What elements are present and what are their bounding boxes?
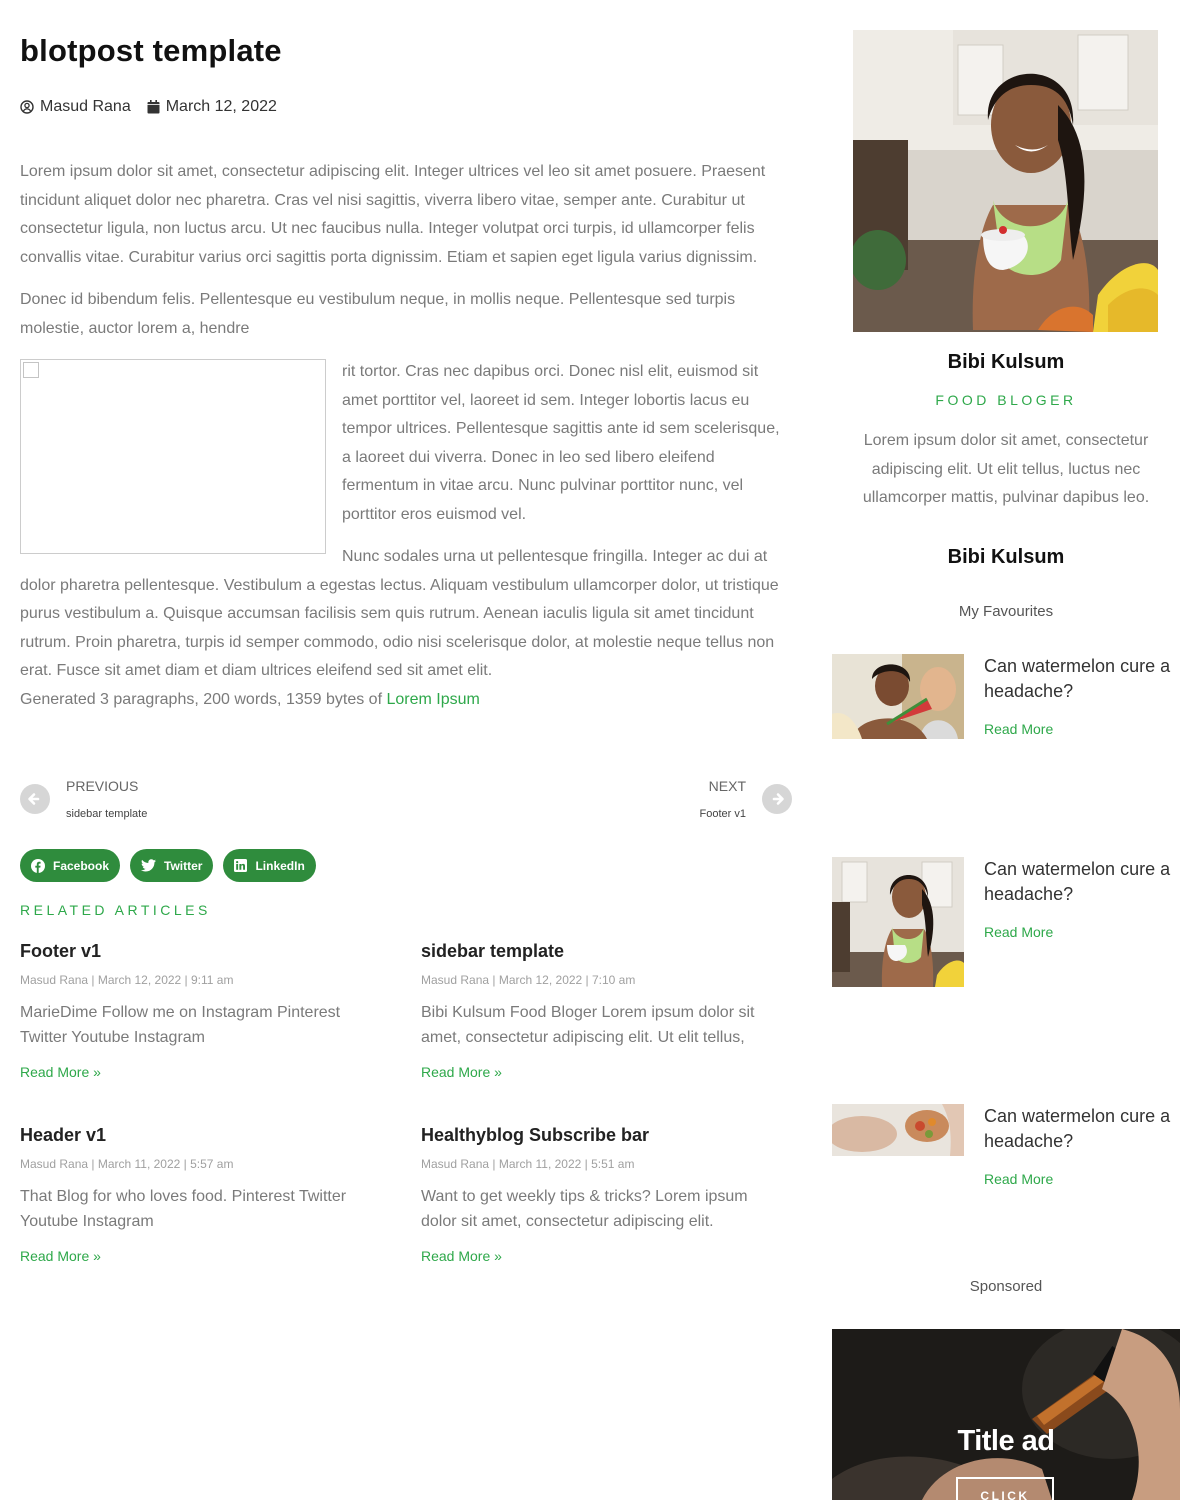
related-article-excerpt: Bibi Kulsum Food Bloger Lorem ipsum dolo…: [421, 1004, 755, 1046]
share-facebook-button[interactable]: Facebook: [20, 849, 121, 882]
favourite-read-more[interactable]: Read More: [984, 924, 1053, 940]
related-article-title[interactable]: sidebar template: [421, 941, 781, 962]
related-article-card: Healthyblog Subscribe bar Masud Rana | M…: [421, 1125, 781, 1264]
related-article-meta: Masud Rana | March 12, 2022 | 7:10 am: [421, 973, 636, 987]
arrow-left-icon[interactable]: [20, 784, 50, 814]
favourites-heading: My Favourites: [958, 603, 1054, 620]
related-article-meta: Masud Rana | March 11, 2022 | 5:51 am: [421, 1157, 635, 1171]
favourite-item: Can watermelon cure a headache? Read Mor…: [832, 857, 1180, 987]
author-name-secondary: Bibi Kulsum: [947, 546, 1065, 568]
ad-click-button[interactable]: CLICK: [956, 1477, 1054, 1500]
author-name: Bibi Kulsum: [947, 351, 1065, 373]
read-more-link[interactable]: Read More »: [20, 1064, 380, 1080]
read-more-link[interactable]: Read More »: [421, 1064, 781, 1080]
post-date[interactable]: March 12, 2022: [147, 98, 277, 116]
facebook-icon: [31, 858, 45, 873]
related-article-title[interactable]: Header v1: [20, 1125, 380, 1146]
twitter-icon: [141, 859, 157, 872]
related-article-excerpt: That Blog for who loves food. Pinterest …: [20, 1188, 347, 1230]
post-paragraph: Lorem ipsum dolor sit amet, consectetur …: [20, 163, 766, 266]
user-circle-icon: [20, 100, 34, 114]
author-role: FOOD BLOGER: [935, 392, 1077, 408]
post-author[interactable]: Masud Rana: [20, 98, 131, 116]
read-more-link[interactable]: Read More »: [421, 1248, 781, 1264]
share-twitter-button[interactable]: Twitter: [130, 849, 214, 882]
nav-prev-label[interactable]: PREVIOUS: [66, 778, 138, 794]
broken-image-placeholder: [20, 359, 326, 554]
author-photo: [853, 30, 1158, 332]
generated-note: Generated 3 paragraphs, 200 words, 1359 …: [20, 690, 480, 708]
linkedin-icon: [234, 859, 248, 872]
broken-image-icon: [23, 362, 39, 378]
post-meta: Masud Rana March 12, 2022: [20, 98, 293, 116]
sponsored-label: Sponsored: [969, 1278, 1043, 1295]
favourite-thumbnail[interactable]: [832, 857, 964, 987]
nav-prev-title[interactable]: sidebar template: [66, 808, 147, 820]
share-buttons: Facebook Twitter LinkedIn: [20, 849, 326, 882]
lorem-ipsum-link[interactable]: Lorem Ipsum: [386, 691, 479, 708]
read-more-link[interactable]: Read More »: [20, 1248, 380, 1264]
nav-next-title[interactable]: Footer v1: [700, 808, 746, 820]
related-article-excerpt: MarieDime Follow me on Instagram Pintere…: [20, 1004, 341, 1046]
related-article-meta: Masud Rana | March 11, 2022 | 5:57 am: [20, 1157, 234, 1171]
favourite-read-more[interactable]: Read More: [984, 721, 1053, 737]
related-article-title[interactable]: Healthyblog Subscribe bar: [421, 1125, 781, 1146]
post-date-text: March 12, 2022: [165, 98, 277, 115]
ad-title: Title ad: [957, 1425, 1056, 1457]
related-article-card: sidebar template Masud Rana | March 12, …: [421, 941, 781, 1080]
favourite-item: Can watermelon cure a headache? Read Mor…: [832, 654, 1180, 744]
favourite-thumbnail[interactable]: [832, 1104, 964, 1156]
related-articles-heading: RELATED ARTICLES: [20, 902, 211, 918]
post-paragraph-with-image: rit tortor. Cras nec dapibus orci. Donec…: [20, 358, 792, 714]
post-paragraph: Donec id bibendum felis. Pellentesque eu…: [20, 291, 736, 337]
author-bio: Lorem ipsum dolor sit amet, consectetur …: [862, 432, 1150, 506]
related-article-meta: Masud Rana | March 12, 2022 | 9:11 am: [20, 973, 234, 987]
share-linkedin-button[interactable]: LinkedIn: [223, 849, 316, 882]
post-author-name: Masud Rana: [40, 98, 131, 115]
favourite-title[interactable]: Can watermelon cure a headache?: [984, 654, 1180, 703]
related-article-card: Footer v1 Masud Rana | March 12, 2022 | …: [20, 941, 380, 1080]
related-article-excerpt: Want to get weekly tips & tricks? Lorem …: [421, 1188, 748, 1230]
related-article-title[interactable]: Footer v1: [20, 941, 380, 962]
post-navigation: PREVIOUS sidebar template NEXT Footer v1: [20, 772, 792, 827]
post-title: blotpost template: [20, 33, 282, 68]
arrow-right-icon[interactable]: [762, 784, 792, 814]
favourite-read-more[interactable]: Read More: [984, 1171, 1053, 1187]
related-article-card: Header v1 Masud Rana | March 11, 2022 | …: [20, 1125, 380, 1264]
favourite-title[interactable]: Can watermelon cure a headache?: [984, 857, 1180, 906]
post-paragraph: Nunc sodales urna ut pellentesque fringi…: [20, 548, 779, 679]
favourite-item: Can watermelon cure a headache? Read Mor…: [832, 1104, 1180, 1194]
calendar-icon: [147, 100, 160, 114]
favourite-thumbnail[interactable]: [832, 654, 964, 739]
nav-next-label[interactable]: NEXT: [709, 778, 746, 794]
favourite-title[interactable]: Can watermelon cure a headache?: [984, 1104, 1180, 1153]
sponsored-ad[interactable]: Title ad CLICK: [832, 1329, 1180, 1500]
